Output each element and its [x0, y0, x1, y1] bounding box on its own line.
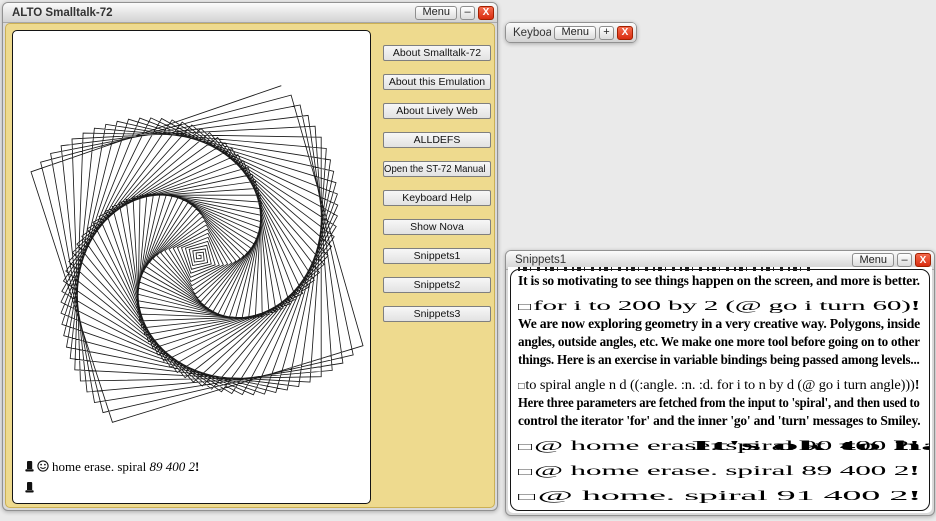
show-nova-button[interactable]: Show Nova — [383, 219, 491, 235]
snippets2-button[interactable]: Snippets2 — [383, 277, 491, 293]
do-box-glyph: □ — [518, 381, 524, 392]
bang-glyph: ! — [195, 459, 199, 474]
log-command-line: home erase. spiral 89 400 2! — [25, 456, 365, 477]
blank-line — [518, 455, 922, 462]
about-emulation-button[interactable]: About this Emulation — [383, 74, 491, 90]
bang-glyph: ! — [909, 463, 919, 478]
open-manual-button[interactable]: Open the ST-72 Manual — [383, 161, 491, 177]
smalltalk-screen-canvas[interactable]: home erase. spiral 89 400 2! — [12, 30, 371, 504]
snippets1-window: Snippets1 Menu – X It is so motivating t… — [505, 250, 935, 516]
snippets1-button[interactable]: Snippets1 — [383, 248, 491, 264]
alto-window-titlebar[interactable]: ALTO Smalltalk-72 Menu – X — [3, 3, 497, 23]
do-box-glyph: □ — [518, 442, 532, 453]
alldefs-button[interactable]: ALLDEFS — [383, 132, 491, 148]
prompt-hat-icon — [25, 482, 34, 493]
keyboard-help-button[interactable]: Keyboard Help — [383, 190, 491, 206]
keyboard-help-menu-button[interactable]: Menu — [554, 26, 596, 40]
alto-close-button[interactable]: X — [478, 6, 494, 20]
smiley-turtle-icon — [37, 460, 49, 472]
log-command-text: home erase. spiral 89 400 2! — [52, 459, 199, 474]
keyboard-help-window: KeyboardHelp Menu + X — [505, 22, 637, 43]
alto-smalltalk-window: ALTO Smalltalk-72 Menu – X — [2, 2, 498, 511]
comment-line: things. Here is an exercise in variable … — [518, 351, 920, 368]
snippets3-button[interactable]: Snippets3 — [383, 306, 491, 322]
blank-line — [518, 430, 922, 437]
comment-line: angles, outside angles, etc. We make one… — [518, 333, 920, 350]
keyboard-help-title: KeyboardHelp — [513, 27, 551, 39]
log-command-args: 89 400 2 — [149, 459, 195, 474]
blank-line — [518, 480, 922, 487]
sidebar-button-column: About Smalltalk-72 About this Emulation … — [383, 45, 491, 335]
alto-window-title: ALTO Smalltalk-72 — [12, 7, 412, 19]
bang-glyph: ! — [908, 488, 920, 503]
bang-glyph: ! — [915, 377, 920, 392]
code-line: □for i to 200 by 2 (@ go i turn 60)! — [518, 297, 920, 314]
comment-line: It's ok to have fun. — [691, 437, 930, 454]
desktop: { "page": { "background": "#eaeaea", "ac… — [0, 0, 936, 521]
comment-line: Here three parameters are fetched from t… — [518, 394, 920, 411]
snippets1-body: It is so motivating to see things happen… — [508, 267, 932, 513]
clipped-text-line — [518, 267, 814, 271]
comment-line: We are now exploring geometry in a very … — [518, 315, 920, 332]
comment-line: It is so motivating to see things happen… — [518, 272, 920, 289]
do-box-glyph: □ — [518, 302, 531, 313]
spiral-drawing — [13, 31, 370, 503]
about-smalltalk-button[interactable]: About Smalltalk-72 — [383, 45, 491, 61]
code-line: □@ home erase. spiral 89 400 2! — [518, 462, 919, 479]
alto-menu-button[interactable]: Menu — [415, 6, 457, 20]
do-box-glyph: □ — [518, 467, 532, 478]
snippets1-title: Snippets1 — [515, 254, 849, 266]
bang-glyph: ! — [911, 298, 921, 313]
log-prompt-line — [25, 477, 365, 498]
alto-window-body: home erase. spiral 89 400 2! About Small… — [5, 23, 495, 508]
comment-line: control the iterator 'for' and the inner… — [518, 412, 920, 429]
blank-line — [518, 369, 922, 376]
snippets1-minimize-button[interactable]: – — [897, 253, 912, 267]
transcript-log: home erase. spiral 89 400 2! — [25, 456, 365, 498]
keyboard-help-titlebar[interactable]: KeyboardHelp Menu + X — [506, 23, 636, 42]
about-lively-web-button[interactable]: About Lively Web — [383, 103, 491, 119]
blank-line — [518, 290, 922, 297]
keyboard-help-close-button[interactable]: X — [617, 26, 633, 40]
do-box-glyph: □ — [518, 492, 535, 503]
snippets1-text-area[interactable]: It is so motivating to see things happen… — [510, 269, 930, 511]
code-line: □to spiral angle n d ((:angle. :n. :d. f… — [518, 376, 919, 393]
prompt-hat-icon — [25, 461, 34, 472]
code-line: □@ home. spiral 91 400 2! — [518, 487, 921, 504]
alto-minimize-button[interactable]: – — [460, 6, 475, 20]
keyboard-help-expand-button[interactable]: + — [599, 26, 614, 40]
snippets1-close-button[interactable]: X — [915, 253, 931, 267]
snippets1-menu-button[interactable]: Menu — [852, 253, 894, 267]
